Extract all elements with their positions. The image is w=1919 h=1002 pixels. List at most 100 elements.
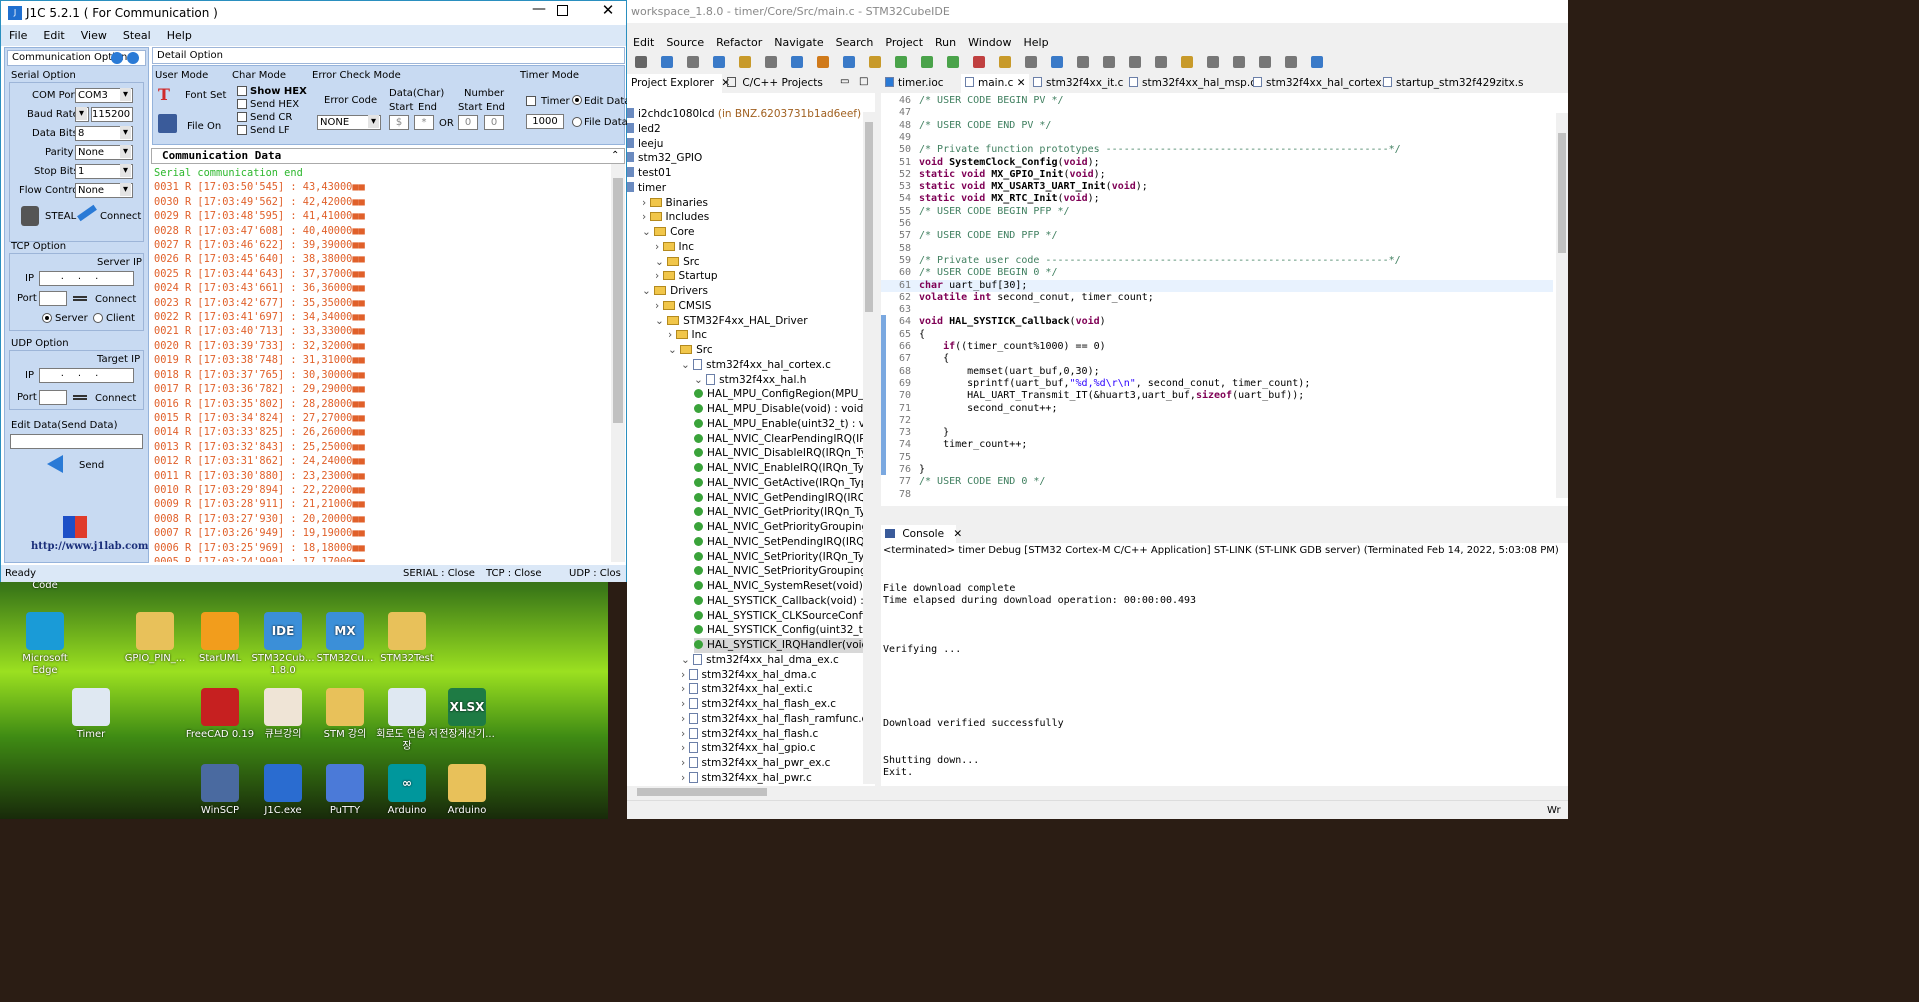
- tree-item[interactable]: › stm32f4xx_hal_pwr.c: [681, 771, 812, 786]
- toolbar-icon[interactable]: [791, 56, 803, 68]
- tree-item[interactable]: › Startup: [655, 269, 718, 284]
- j1c-menu-item[interactable]: File: [1, 29, 35, 42]
- parity-select[interactable]: None: [75, 145, 133, 160]
- chevron-icon[interactable]: ›: [655, 300, 663, 312]
- close-icon[interactable]: ✕: [953, 528, 962, 540]
- toolbar-icon[interactable]: [1155, 56, 1167, 68]
- data-start-input[interactable]: $: [389, 115, 409, 130]
- com-port-select[interactable]: COM3: [75, 88, 133, 103]
- tree-item[interactable]: ⌄ Drivers: [642, 284, 708, 299]
- timer-checkbox[interactable]: [526, 96, 536, 106]
- chevron-icon[interactable]: ⌄: [681, 359, 693, 371]
- tree-item[interactable]: HAL_NVIC_SetPendingIRQ(IRQn_Typ: [694, 535, 875, 550]
- chevron-icon[interactable]: ›: [681, 683, 689, 695]
- chevron-icon[interactable]: ⌄: [655, 256, 667, 268]
- tree-hscrollbar[interactable]: [627, 786, 863, 798]
- chevron-icon[interactable]: ⌄: [681, 654, 693, 666]
- chevron-icon[interactable]: ›: [642, 197, 650, 209]
- code-editor[interactable]: 46 /* USER CODE BEGIN PV */ 47 48 /* USER CO…: [881, 93, 1568, 506]
- close-icon[interactable]: ✕: [1013, 77, 1026, 89]
- j1c-menu-item[interactable]: View: [73, 29, 115, 42]
- ide-menu-item[interactable]: Window: [962, 36, 1017, 49]
- desktop-icon[interactable]: Arduino: [432, 764, 502, 817]
- tree-item[interactable]: stm32_GPIO: [627, 151, 702, 166]
- tree-item[interactable]: HAL_SYSTICK_CLKSourceConfig(uir: [694, 609, 875, 624]
- tree-item[interactable]: › Inc: [668, 328, 707, 343]
- udp-port-input[interactable]: [39, 390, 67, 405]
- ide-menu-item[interactable]: Edit: [627, 36, 660, 49]
- tree-item-selected[interactable]: HAL_SYSTICK_IRQHandler(void) : vo: [694, 638, 875, 653]
- tree-item[interactable]: HAL_NVIC_SetPriorityGrouping(uint: [694, 564, 875, 579]
- send-lf-checkbox[interactable]: [237, 125, 247, 135]
- tree-item[interactable]: i2chdc1080lcd (in BNZ.6203731b1ad6eef): [627, 107, 861, 122]
- tree-item[interactable]: led2: [627, 122, 661, 137]
- log-scroll-thumb[interactable]: [613, 178, 623, 423]
- tree-item[interactable]: › Inc: [655, 240, 694, 255]
- toolbar-icon[interactable]: [1025, 56, 1037, 68]
- send-hex-checkbox[interactable]: [237, 99, 247, 109]
- desktop-icon[interactable]: 큐브강의: [248, 688, 318, 741]
- tree-item[interactable]: › stm32f4xx_hal_dma.c: [681, 668, 816, 683]
- settings-icon[interactable]: [127, 52, 139, 64]
- data-end-input[interactable]: *: [414, 115, 434, 130]
- send-data-input[interactable]: [10, 434, 143, 449]
- tree-item[interactable]: › stm32f4xx_hal_flash_ramfunc.c: [681, 712, 867, 727]
- show-hex-checkbox[interactable]: [237, 86, 247, 96]
- tree-item[interactable]: ⌄ Core: [642, 225, 694, 240]
- toolbar-icon[interactable]: [1181, 56, 1193, 68]
- tree-item[interactable]: test01: [627, 166, 672, 181]
- stop-bits-select[interactable]: 1: [75, 164, 133, 179]
- tree-item[interactable]: ⌄ stm32f4xx_hal_dma_ex.c: [681, 653, 839, 668]
- tree-item[interactable]: › Includes: [642, 210, 709, 225]
- ide-menu-item[interactable]: Project: [879, 36, 929, 49]
- chevron-icon[interactable]: ›: [681, 698, 689, 710]
- tree-item[interactable]: HAL_MPU_ConfigRegion(MPU_Regi: [694, 387, 875, 402]
- tree-hscroll-thumb[interactable]: [637, 788, 767, 796]
- timer-interval-input[interactable]: 1000: [526, 114, 564, 129]
- file-log-button[interactable]: File On: [156, 113, 226, 137]
- toolbar-icon[interactable]: [713, 56, 725, 68]
- desktop-icon[interactable]: XLSX 전장계산기...: [432, 688, 502, 741]
- desktop-icon[interactable]: FreeCAD 0.19: [185, 688, 255, 741]
- desktop-icon[interactable]: STM 강의: [310, 688, 380, 741]
- desktop-icon[interactable]: StarUML: [185, 612, 255, 665]
- toolbar-icon[interactable]: [999, 56, 1011, 68]
- minimize-view-icon[interactable]: ▭: [840, 76, 849, 87]
- toolbar-icon[interactable]: [869, 56, 881, 68]
- desktop-icon[interactable]: J1C.exe: [248, 764, 318, 817]
- toolbar-icon[interactable]: [765, 56, 777, 68]
- chevron-icon[interactable]: ›: [681, 669, 689, 681]
- chevron-icon[interactable]: ⌄: [642, 226, 654, 238]
- ide-menu-item[interactable]: Run: [929, 36, 962, 49]
- maximize-view-icon[interactable]: □: [859, 76, 868, 87]
- tab-console[interactable]: Console ✕: [881, 525, 962, 544]
- toolbar-icon[interactable]: [973, 56, 985, 68]
- chevron-icon[interactable]: ⌄: [694, 374, 706, 386]
- project-explorer-tree[interactable]: i2chdc1080lcd (in BNZ.6203731b1ad6eef) le…: [627, 93, 875, 786]
- toolbar-icon[interactable]: [661, 56, 673, 68]
- chevron-icon[interactable]: ⌄: [655, 315, 667, 327]
- toolbar-icon[interactable]: [1259, 56, 1271, 68]
- j1c-menu-item[interactable]: Edit: [35, 29, 72, 42]
- editor-hscrollbar[interactable]: [881, 507, 1568, 519]
- editor-scrollbar[interactable]: [1556, 113, 1568, 498]
- tcp-ip-input[interactable]: ...: [39, 271, 134, 286]
- toolbar-icon[interactable]: [1311, 56, 1323, 68]
- error-code-select[interactable]: NONE: [317, 115, 381, 130]
- toolbar-icon[interactable]: [635, 56, 647, 68]
- desktop-icon[interactable]: GPIO_PIN_...: [120, 612, 190, 665]
- serial-connect-button[interactable]: Connect: [75, 204, 141, 230]
- tree-item[interactable]: HAL_NVIC_DisableIRQ(IRQn_Type) :: [694, 446, 875, 461]
- desktop-icon[interactable]: IDE STM32Cub... 1.8.0: [248, 612, 318, 677]
- tree-item[interactable]: HAL_NVIC_SetPriority(IRQn_Type, u: [694, 550, 875, 565]
- chevron-icon[interactable]: ›: [681, 742, 689, 754]
- tree-item[interactable]: ⌄ stm32f4xx_hal_cortex.c: [681, 358, 831, 373]
- ide-menu-item[interactable]: Navigate: [768, 36, 829, 49]
- toolbar-icon[interactable]: [1051, 56, 1063, 68]
- j1lab-link[interactable]: http://www.j1lab.com: [31, 541, 148, 552]
- tcp-connect-button[interactable]: Connect: [95, 294, 136, 305]
- desktop-icon[interactable]: STM32Test: [372, 612, 442, 665]
- send-cr-checkbox[interactable]: [237, 112, 247, 122]
- edit-data-radio[interactable]: [572, 95, 582, 105]
- toolbar-icon[interactable]: [687, 56, 699, 68]
